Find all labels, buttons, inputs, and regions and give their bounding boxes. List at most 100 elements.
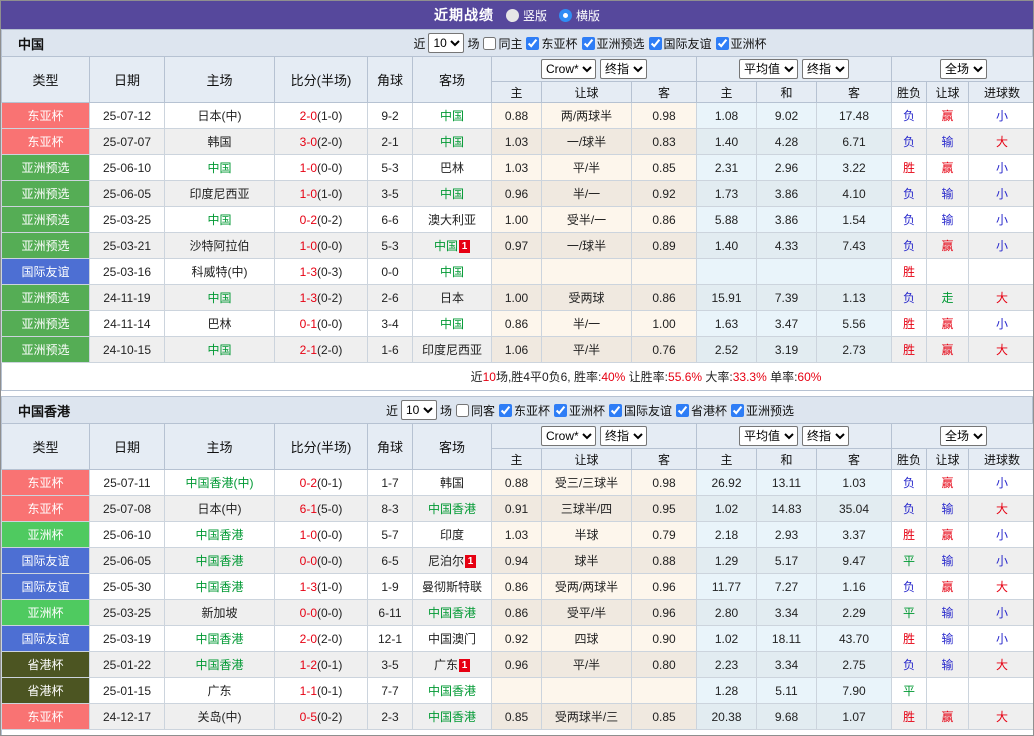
cup-filter-3[interactable]: 省港杯 [675,402,727,419]
radio-unchecked-icon[interactable] [505,8,519,22]
home-team: 韩国 [164,128,275,155]
cup-filter-4[interactable]: 亚洲预选 [730,402,794,419]
summary-stat-value: 10 [482,370,496,384]
summary-stat-value: 40% [601,370,626,384]
radio-checked-icon[interactable] [559,8,572,22]
avg-home-odds: 20.38 [696,703,757,730]
final-index-select-2[interactable]: 终指 [802,426,849,446]
final-index-select[interactable]: 终指 [600,426,647,446]
result-winloss: 负 [891,232,928,259]
average-select[interactable]: 平均值 [739,426,798,446]
company-select[interactable]: Crow* [541,426,596,446]
away-team-name: 印度 [439,528,464,542]
avg-home-odds: 26.92 [696,469,757,496]
handicap-home-odds: 0.97 [491,232,542,259]
average-select[interactable]: 平均值 [739,59,798,79]
corner-score: 5-3 [367,154,413,181]
cup-filter-checkbox[interactable] [609,403,623,417]
same-venue-checkbox[interactable] [455,403,469,417]
cup-filter-1[interactable]: 亚洲杯 [553,402,605,419]
handicap-away-odds: 0.79 [631,521,697,548]
full-match-select[interactable]: 全场 [940,426,988,446]
match-type-badge: 亚洲预选 [1,232,90,259]
halftime-score: (0-0) [317,605,343,620]
same-venue-checkbox[interactable] [483,36,497,50]
recent-count-select[interactable]: 10 [400,400,437,420]
recent-count-select[interactable]: 10 [428,33,465,53]
match-row: 东亚杯 25-07-11 中国香港(中) 0-2(0-1) 1-7 韩国 0.88 受三/三球… [1,469,1033,496]
match-date: 25-03-16 [89,258,165,285]
match-type-badge: 国际友谊 [1,625,90,652]
score-cell: 0-5(0-2) [274,703,368,730]
handicap-away-odds: 0.98 [631,102,697,129]
full-match-select[interactable]: 全场 [940,59,988,79]
handicap-home-odds: 0.96 [491,651,542,678]
match-date: 24-12-17 [89,703,165,730]
cup-filter-label: 亚洲预选 [596,36,645,51]
result-handicap: 赢 [926,469,970,496]
handicap-away-odds: 0.89 [631,232,697,259]
result-winloss: 胜 [891,154,928,181]
result-handicap: 赢 [926,703,970,730]
match-row: 国际友谊 25-03-19 中国香港 2-0(2-0) 12-1 中国澳门 0.92 四球 0.… [1,625,1033,652]
same-venue-label: 同主 [498,36,523,51]
result-handicap: 输 [926,128,970,155]
cup-filter-0[interactable]: 东亚杯 [498,402,550,419]
same-venue-filter[interactable]: 同主 [482,35,522,52]
away-team: 尼泊尔 1 [412,547,492,574]
cup-filter-0[interactable]: 东亚杯 [525,35,578,52]
away-team: 中国 [412,180,492,207]
result-goals: 大 [968,573,1033,600]
match-date: 24-10-15 [89,336,165,363]
cup-filter-checkbox[interactable] [526,36,540,50]
match-date: 24-11-19 [89,284,165,311]
home-team: 中国香港 [164,547,275,574]
match-row: 亚洲预选 24-11-14 巴林 0-1(0-0) 3-4 中国 0.86 半/一 1.00 1.… [1,310,1033,337]
company-select[interactable]: Crow* [541,59,596,79]
col-header-3: 比分(半场) [274,56,368,103]
cup-filter-2[interactable]: 国际友谊 [608,402,672,419]
avg-draw-odds: 4.33 [756,232,817,259]
col-header-2: 主场 [164,423,275,470]
cup-filter-checkbox[interactable] [648,36,662,50]
avg-home-odds: 2.23 [696,651,757,678]
cup-filter-1[interactable]: 亚洲预选 [581,35,645,52]
match-type-badge: 亚洲预选 [1,310,90,337]
avg-draw-odds: 4.28 [756,128,817,155]
handicap-away-odds: 0.83 [631,128,697,155]
score-cell: 0-2(0-1) [274,469,368,496]
cup-filter-checkbox[interactable] [581,36,595,50]
match-row: 国际友谊 25-05-30 中国香港 1-3(1-0) 1-9 曼彻斯特联 0.86 受两/两… [1,573,1033,600]
vertical-layout-option[interactable]: 竖版 [505,7,547,24]
away-team-name: 巴林 [439,161,464,175]
avg-away-odds: 4.10 [815,180,893,207]
away-team: 巴林 [412,154,492,181]
cup-filter-checkbox[interactable] [498,403,512,417]
match-type-badge: 亚洲杯 [1,521,90,548]
result-goals: 大 [968,651,1033,678]
fulltime-score: 1-0 [299,160,317,175]
cup-filter-3[interactable]: 亚洲杯 [715,35,767,52]
sub-header-5: 客 [815,81,893,103]
cup-filter-checkbox[interactable] [676,403,690,417]
final-index-select[interactable]: 终指 [600,59,647,79]
corner-score: 0-0 [367,258,413,285]
cup-filter-checkbox[interactable] [715,36,729,50]
corner-score: 1-7 [367,469,413,496]
horizontal-layout-option[interactable]: 横版 [559,7,600,24]
final-index-select-2[interactable]: 终指 [802,59,849,79]
home-team: 中国 [164,154,275,181]
handicap-home-odds [491,258,542,285]
handicap-line [541,677,632,704]
cup-filter-checkbox[interactable] [554,403,567,417]
summary-row: 近10场,胜3平3负4, 胜率:30% 让胜率:44.4% 大率:44.4% 单… [1,729,1033,735]
cup-filter-checkbox[interactable] [731,403,745,417]
same-venue-filter[interactable]: 同客 [455,402,495,419]
handicap-home-odds: 0.86 [491,599,542,626]
vertical-layout-label: 竖版 [522,8,547,23]
corner-score: 2-3 [367,703,413,730]
cup-filter-2[interactable]: 国际友谊 [648,35,712,52]
match-type-badge: 国际友谊 [1,573,90,600]
col-header-5: 客场 [412,56,492,103]
away-team-name: 日本 [439,291,464,305]
